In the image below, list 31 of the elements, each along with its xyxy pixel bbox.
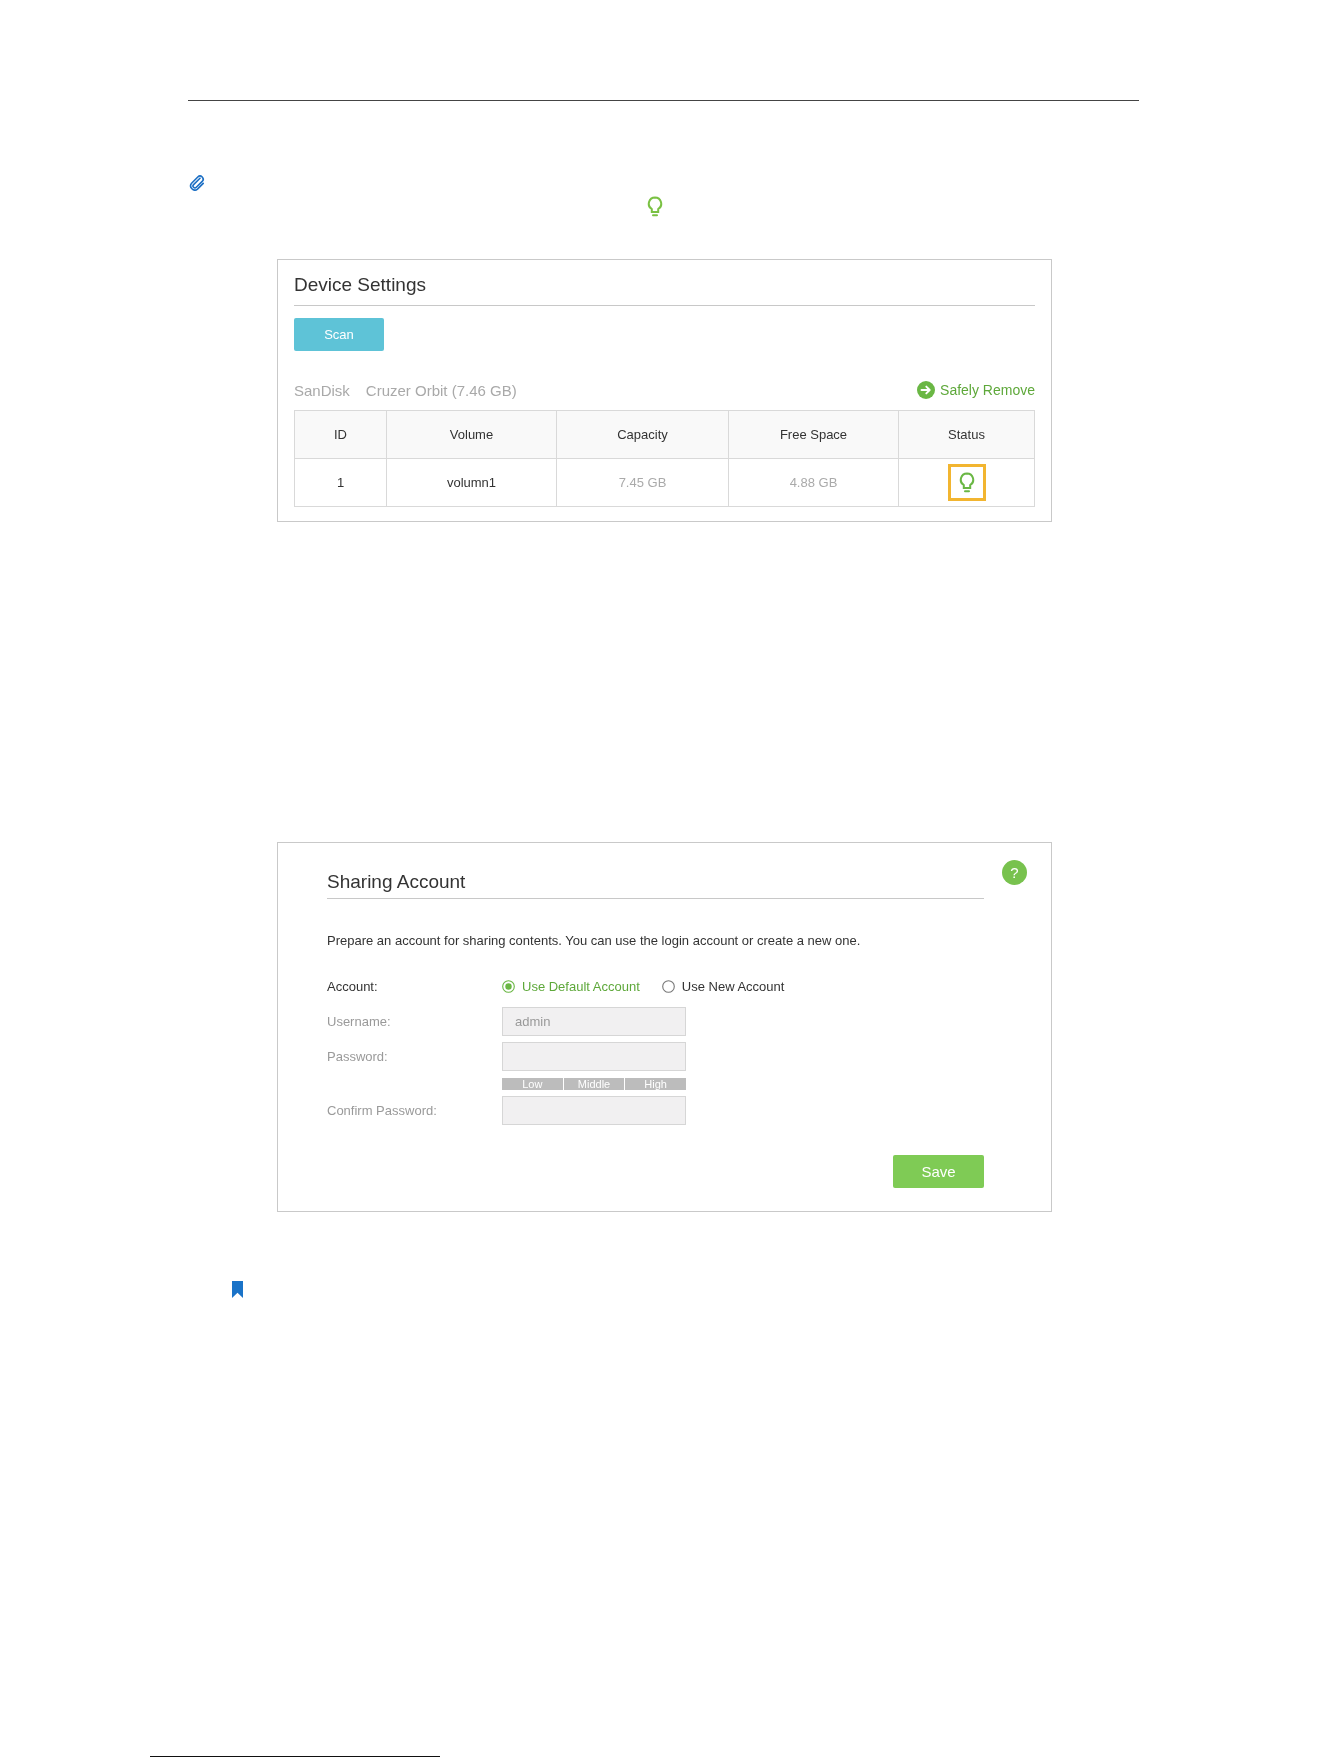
- column-header: Capacity: [556, 410, 729, 459]
- help-button[interactable]: ?: [1002, 860, 1027, 885]
- safely-remove-link[interactable]: Safely Remove: [917, 381, 1035, 399]
- panel-title: Device Settings: [294, 273, 426, 297]
- column-header: ID: [294, 410, 387, 459]
- strength-segment: High: [625, 1078, 686, 1090]
- field-label: Password:: [327, 1049, 389, 1064]
- table-cell: 4.88 GB: [728, 458, 899, 507]
- column-header: Status: [898, 410, 1035, 459]
- panel-title: Sharing Account: [327, 870, 466, 894]
- table-cell: 1: [294, 458, 387, 507]
- field-label: Confirm Password:: [327, 1103, 438, 1118]
- column-header: Volume: [386, 410, 557, 459]
- bookmark-icon: [232, 1281, 243, 1298]
- radio-option[interactable]: Use Default Account: [502, 978, 640, 994]
- table-cell: volumn1: [386, 458, 557, 507]
- description-text: Prepare an account for sharing contents. You can use the login account or create a new one.: [327, 932, 861, 950]
- device-model: Cruzer Orbit (7.46 GB): [365, 381, 517, 399]
- arrow-circle-icon: [917, 381, 936, 399]
- device-brand: SanDisk: [294, 381, 350, 399]
- column-header: Free Space: [728, 410, 899, 459]
- strength-segment: Low: [502, 1078, 563, 1090]
- radio-option[interactable]: Use New Account: [661, 978, 785, 994]
- table-cell: 7.45 GB: [556, 458, 729, 507]
- strength-segment: Middle: [563, 1078, 625, 1090]
- field-label: Username:: [327, 1014, 392, 1029]
- field-label: Account:: [327, 978, 379, 994]
- scan-button[interactable]: Scan: [294, 318, 384, 351]
- paperclip-icon: [189, 175, 205, 191]
- lightbulb-icon: [647, 196, 663, 218]
- save-button[interactable]: Save: [893, 1155, 984, 1188]
